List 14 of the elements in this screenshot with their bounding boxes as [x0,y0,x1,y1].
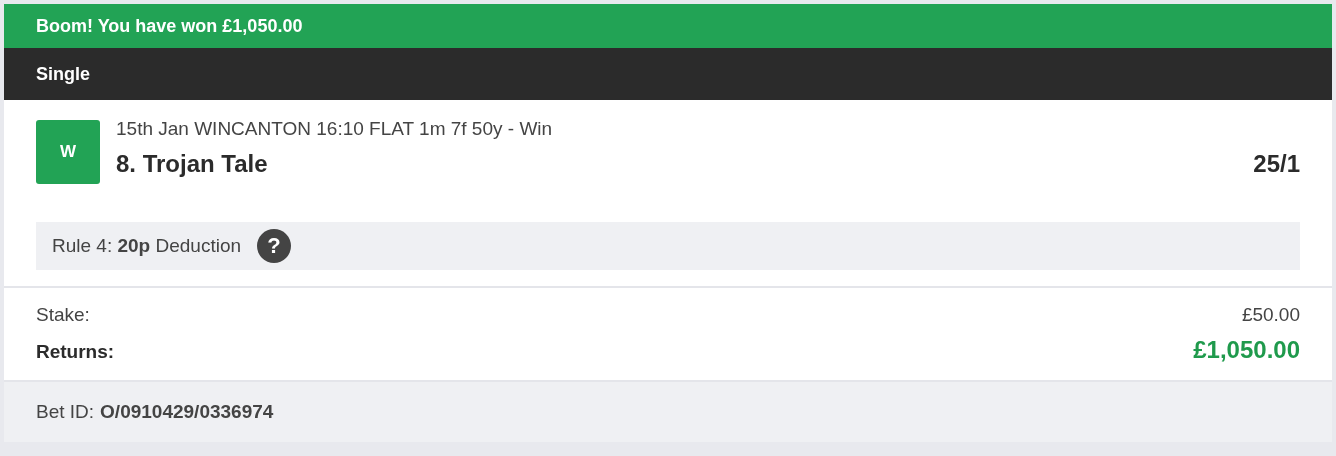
summary-label: Stake: [36,304,90,326]
summary-value: £50.00 [1241,304,1300,326]
result-badge: W [36,120,100,184]
odds: 25/1 [1253,150,1300,178]
event-description: 15th Jan WINCANTON 16:10 FLAT 1m 7f 50y - Win [116,118,554,140]
bet-id-value: O/0910429/0336974 [100,401,274,423]
rule4-text: Rule 4: 20p Deduction [52,235,242,257]
summary-value: £1,050.00 [1193,336,1300,364]
win-banner: Boom! You have won £1,050.00 [4,4,1332,48]
bet-type-header: Single [4,48,1332,100]
bet-id-label: Bet ID: [36,401,95,423]
help-icon[interactable]: ? [257,229,292,263]
summary-label: Returns: [36,341,115,363]
runner-name: 8. Trojan Tale [116,150,268,178]
